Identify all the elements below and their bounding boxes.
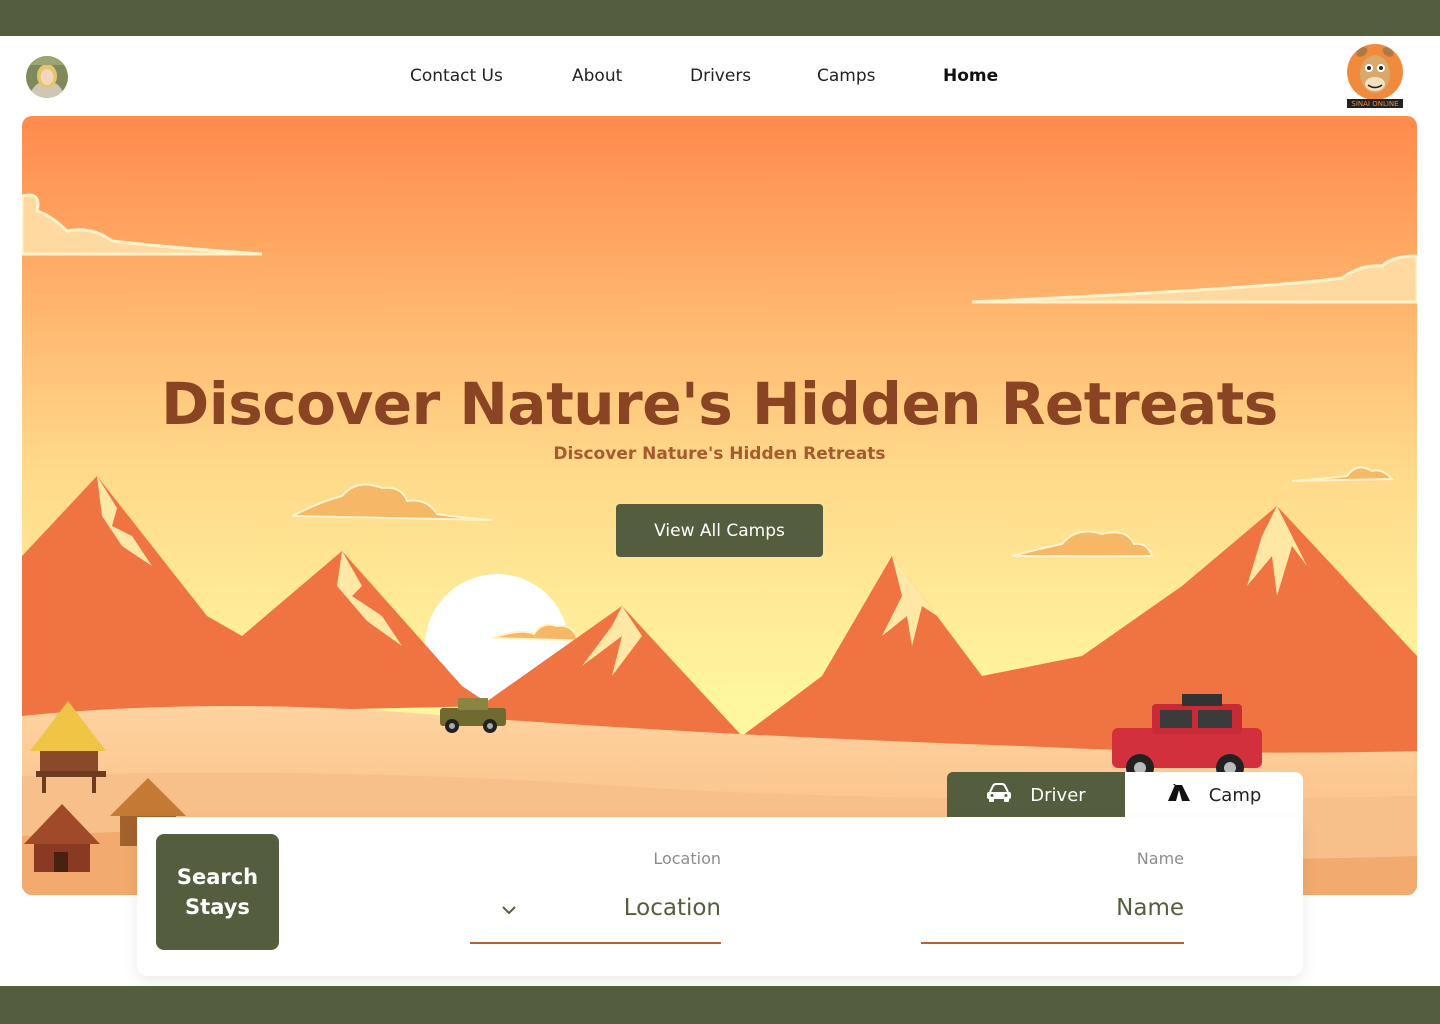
tab-camp[interactable]: Camp xyxy=(1125,772,1303,818)
hero-subtitle: Discover Nature's Hidden Retreats xyxy=(553,444,886,464)
search-panel: Search Stays Location Location Name Name xyxy=(137,817,1303,976)
car-icon xyxy=(986,782,1012,808)
nav-drivers[interactable]: Drivers xyxy=(690,66,751,86)
view-all-camps-button[interactable]: View All Camps xyxy=(616,504,823,557)
main-nav: Contact Us About Drivers Camps Home xyxy=(0,66,1440,90)
nav-camps[interactable]: Camps xyxy=(817,66,876,86)
name-underline xyxy=(921,942,1184,944)
location-select[interactable]: Location Location xyxy=(470,849,721,945)
search-stays-button[interactable]: Search Stays xyxy=(156,834,279,950)
nav-home[interactable]: Home xyxy=(943,66,998,86)
hero-title: Discover Nature's Hidden Retreats xyxy=(161,370,1278,438)
top-band xyxy=(0,0,1440,36)
location-label: Location xyxy=(653,849,721,868)
location-underline xyxy=(470,942,721,944)
name-field[interactable]: Name Name xyxy=(921,849,1184,945)
navbar: Contact Us About Drivers Camps Home SINA… xyxy=(0,36,1440,116)
logo-text: SINAI ONLINE xyxy=(1351,100,1398,108)
nav-about[interactable]: About xyxy=(572,66,622,86)
tab-driver[interactable]: Driver xyxy=(947,772,1125,818)
chevron-down-icon[interactable] xyxy=(500,901,518,919)
tab-camp-label: Camp xyxy=(1208,784,1262,806)
tent-icon xyxy=(1167,781,1191,807)
nav-contact-us[interactable]: Contact Us xyxy=(410,66,503,86)
camel-logo[interactable]: SINAI ONLINE xyxy=(1343,40,1407,110)
location-value: Location xyxy=(623,895,721,921)
search-type-tabs: Driver Camp xyxy=(947,772,1303,818)
name-value: Name xyxy=(1116,895,1184,921)
tab-driver-label: Driver xyxy=(1030,784,1086,806)
name-label: Name xyxy=(1136,849,1184,868)
bottom-band xyxy=(0,986,1440,1024)
